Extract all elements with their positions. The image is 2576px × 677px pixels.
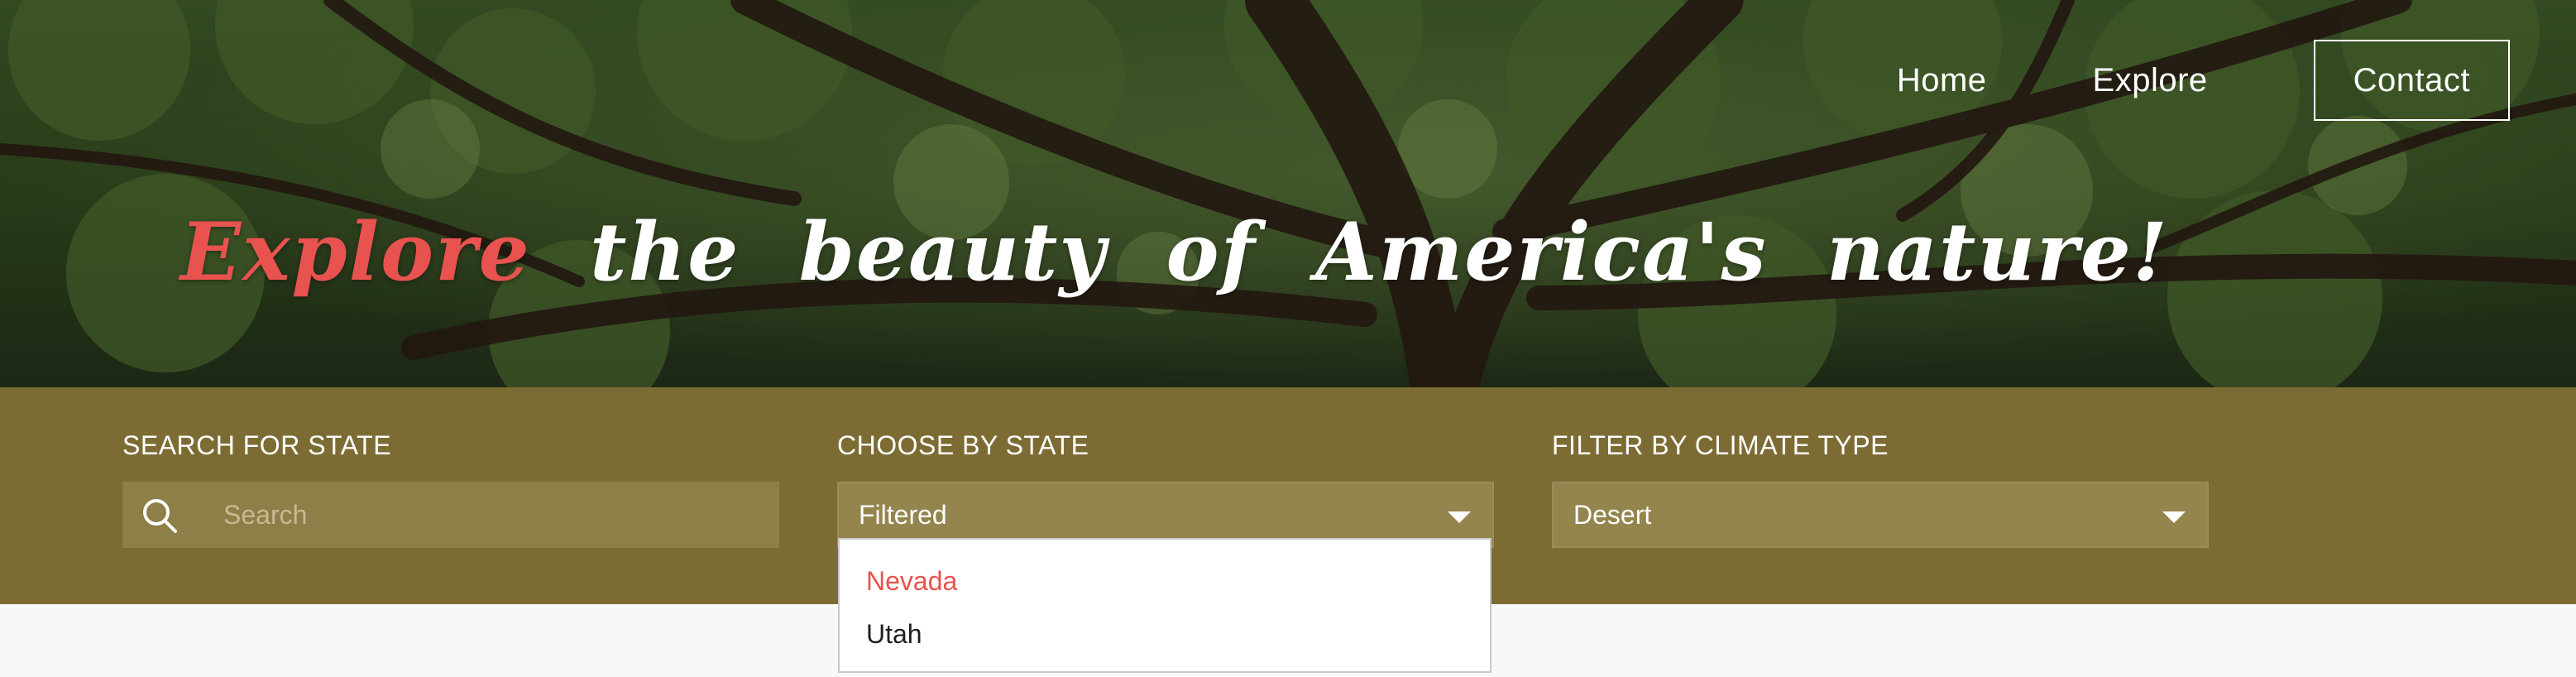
search-filter-group: SEARCH FOR STATE: [122, 429, 779, 548]
climate-select[interactable]: Desert: [1552, 482, 2209, 548]
search-icon: [143, 499, 177, 533]
climate-select-value: Desert: [1573, 499, 1652, 530]
nav-contact-button[interactable]: Contact: [2313, 40, 2510, 121]
dropdown-option-utah[interactable]: Utah: [840, 607, 1490, 660]
page: Home Explore Contact Explore the beauty …: [0, 0, 2576, 677]
chevron-down-icon: [2162, 511, 2186, 523]
search-input[interactable]: [223, 482, 753, 548]
climate-label: FILTER BY CLIMATE TYPE: [1552, 430, 1889, 460]
hero-banner: Home Explore Contact Explore the beauty …: [0, 0, 2576, 387]
hero-headline: Explore the beauty of America's nature!: [0, 205, 2349, 299]
state-label: CHOOSE BY STATE: [837, 430, 1089, 460]
top-nav: Home Explore Contact: [1791, 40, 2510, 121]
state-select-value: Filtered: [859, 499, 947, 530]
hero-headline-accent: Explore: [180, 205, 531, 299]
chevron-down-icon: [1448, 511, 1471, 523]
nav-explore-link[interactable]: Explore: [2093, 60, 2208, 101]
state-filter-group: CHOOSE BY STATE Filtered: [837, 429, 1494, 548]
nav-home-link[interactable]: Home: [1897, 60, 1987, 101]
search-box: [122, 482, 779, 548]
search-label: SEARCH FOR STATE: [122, 430, 392, 460]
dropdown-option-nevada[interactable]: Nevada: [840, 555, 1490, 607]
hero-headline-rest: the beauty of America's nature!: [590, 205, 2169, 299]
state-dropdown-menu: Nevada Utah: [838, 538, 1491, 673]
climate-filter-group: FILTER BY CLIMATE TYPE Desert: [1552, 429, 2209, 548]
